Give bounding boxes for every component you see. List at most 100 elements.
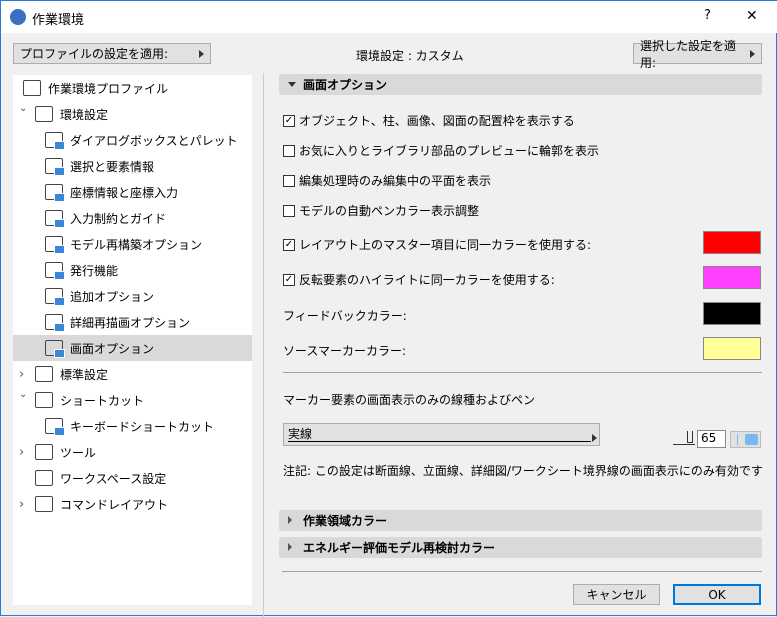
bricks-icon <box>45 236 65 254</box>
tree-item-label: 追加オプション <box>70 289 155 304</box>
tree-item[interactable]: › ツール <box>13 439 252 465</box>
tree-item-label: 入力制約とガイド <box>70 211 167 226</box>
panel-divider[interactable] <box>263 73 264 617</box>
divider <box>283 372 762 373</box>
checkbox[interactable] <box>283 144 295 157</box>
line-type-dropdown[interactable]: 実線 <box>283 423 600 446</box>
checkbox[interactable]: ✓ <box>283 238 295 251</box>
color-swatch[interactable] <box>703 231 761 254</box>
checkbox-label: 反転要素のハイライトに同一カラーを使用する: <box>299 273 555 287</box>
tree-item-label: ワークスペース設定 <box>60 471 167 486</box>
section-title: 画面オプション <box>303 78 388 92</box>
tree-item-label: 発行機能 <box>70 263 119 278</box>
help-button[interactable]: ? <box>704 8 711 23</box>
dialog-icon <box>45 132 65 150</box>
pen-number-input[interactable]: 65 <box>697 430 726 448</box>
tool-icon <box>35 444 53 460</box>
sliders-icon <box>45 288 65 306</box>
tree-item[interactable]: 作業環境プロファイル <box>13 75 252 101</box>
note-text: 注記: この設定は断面線、立面線、詳細図/ワークシート境界線の画面表示にのみ有効… <box>283 464 763 478</box>
arrow-right-icon <box>199 49 204 58</box>
tree-item[interactable]: ワークスペース設定 <box>13 465 252 491</box>
checkbox-row[interactable]: ✓ 反転要素のハイライトに同一カラーを使用する: <box>283 271 555 288</box>
line-sample <box>288 441 591 442</box>
apply-profile-button[interactable]: プロファイルの設定を適用: <box>13 43 211 64</box>
section-title: 作業領域カラー <box>303 514 388 528</box>
section-screen-options[interactable]: 画面オプション <box>279 74 762 95</box>
command-layout-icon <box>35 496 53 512</box>
monitor-gear-icon <box>23 80 41 96</box>
user-settings-icon <box>35 106 53 122</box>
checkbox-row[interactable]: モデルの自動ペンカラー表示調整 <box>283 202 479 219</box>
checkbox[interactable] <box>283 174 295 187</box>
tree-item[interactable]: ダイアログボックスとパレット <box>13 127 252 153</box>
mouse-icon <box>45 210 65 228</box>
cancel-label: キャンセル <box>586 588 647 602</box>
tree-item-label: 選択と要素情報 <box>70 159 155 174</box>
env-settings-label: 環境設定 : カスタム <box>356 49 464 63</box>
section-energy-color[interactable]: エネルギー評価モデル再検討カラー <box>279 537 762 558</box>
tree-item-label: ツール <box>60 445 97 460</box>
window-title: 作業環境 <box>32 13 85 28</box>
divider <box>282 571 762 572</box>
tree-item-label: 画面オプション <box>70 341 155 356</box>
source-marker-color-swatch[interactable] <box>703 337 761 360</box>
tree-item[interactable]: ⌄ ショートカット <box>13 387 252 413</box>
tree-item[interactable]: ⌄ 環境設定 <box>13 101 252 127</box>
app-logo-icon <box>10 9 26 25</box>
keyboard-shortcut-icon <box>45 418 65 436</box>
tree-item[interactable]: 座標情報と座標入力 <box>13 179 252 205</box>
tree-item-label: キーボードショートカット <box>70 419 215 434</box>
section-workspace-color[interactable]: 作業領域カラー <box>279 510 762 531</box>
selection-icon <box>45 158 65 176</box>
tree-item-label: ダイアログボックスとパレット <box>70 133 238 148</box>
tree-item-label: 環境設定 <box>60 107 109 122</box>
checkbox-label: オブジェクト、柱、画像、図面の配置枠を表示する <box>299 114 575 128</box>
redraw-icon <box>45 314 65 332</box>
ok-button[interactable]: OK <box>673 584 761 605</box>
tree-item[interactable]: › 標準設定 <box>13 361 252 387</box>
chevron-right-icon[interactable]: › <box>19 367 24 382</box>
close-button[interactable]: ✕ <box>746 8 758 24</box>
tree-item[interactable]: モデル再構築オプション <box>13 231 252 257</box>
pen-color-button[interactable] <box>730 431 761 448</box>
tree-item[interactable]: 入力制約とガイド <box>13 205 252 231</box>
defaults-icon <box>35 366 53 382</box>
checkbox[interactable]: ✓ <box>283 114 295 127</box>
tree-item[interactable]: 画面オプション <box>13 335 252 361</box>
checkbox-row[interactable]: ✓ オブジェクト、柱、画像、図面の配置枠を表示する <box>283 112 575 129</box>
tree-item-label: 詳細再描画オプション <box>70 315 191 330</box>
chevron-right-icon[interactable]: › <box>19 497 24 512</box>
checkbox-row[interactable]: お気に入りとライブラリ部品のプレビューに輪郭を表示 <box>283 142 599 159</box>
chevron-right-icon[interactable]: › <box>19 445 24 460</box>
checkbox[interactable]: ✓ <box>283 273 295 286</box>
triangle-down-icon <box>288 82 296 87</box>
tree-item[interactable]: 選択と要素情報 <box>13 153 252 179</box>
tree-item[interactable]: キーボードショートカット <box>13 413 252 439</box>
chevron-down-icon[interactable]: ⌄ <box>19 103 27 114</box>
triangle-right-icon <box>288 516 292 524</box>
tree-item-label: モデル再構築オプション <box>70 237 203 252</box>
checkbox-row[interactable]: ✓ レイアウト上のマスター項目に同一カラーを使用する: <box>283 236 591 253</box>
tree-item[interactable]: › コマンドレイアウト <box>13 491 252 517</box>
checkbox-label: お気に入りとライブラリ部品のプレビューに輪郭を表示 <box>299 144 600 158</box>
tree-item[interactable]: 追加オプション <box>13 283 252 309</box>
marker-line-label: マーカー要素の画面表示のみの線種およびペン <box>283 393 536 407</box>
pen-icon <box>673 431 695 445</box>
tree-item[interactable]: 詳細再描画オプション <box>13 309 252 335</box>
feedback-color-swatch[interactable] <box>703 302 761 325</box>
cancel-button[interactable]: キャンセル <box>573 584 660 605</box>
arrow-right-icon <box>750 49 755 58</box>
tree-item[interactable]: 発行機能 <box>13 257 252 283</box>
tree-item-label: コマンドレイアウト <box>60 497 169 512</box>
tree-item-label: 座標情報と座標入力 <box>70 185 179 200</box>
apply-selected-label: 選択した設定を適用: <box>640 38 737 70</box>
checkbox[interactable] <box>283 204 295 217</box>
chevron-down-icon[interactable]: ⌄ <box>19 389 27 400</box>
checkbox-row[interactable]: 編集処理時のみ編集中の平面を表示 <box>283 172 491 189</box>
apply-selected-button[interactable]: 選択した設定を適用: <box>633 39 762 70</box>
checkbox-label: 編集処理時のみ編集中の平面を表示 <box>299 174 492 188</box>
color-swatch[interactable] <box>703 266 761 289</box>
screen-icon <box>45 340 65 358</box>
section-title: エネルギー評価モデル再検討カラー <box>303 541 496 555</box>
